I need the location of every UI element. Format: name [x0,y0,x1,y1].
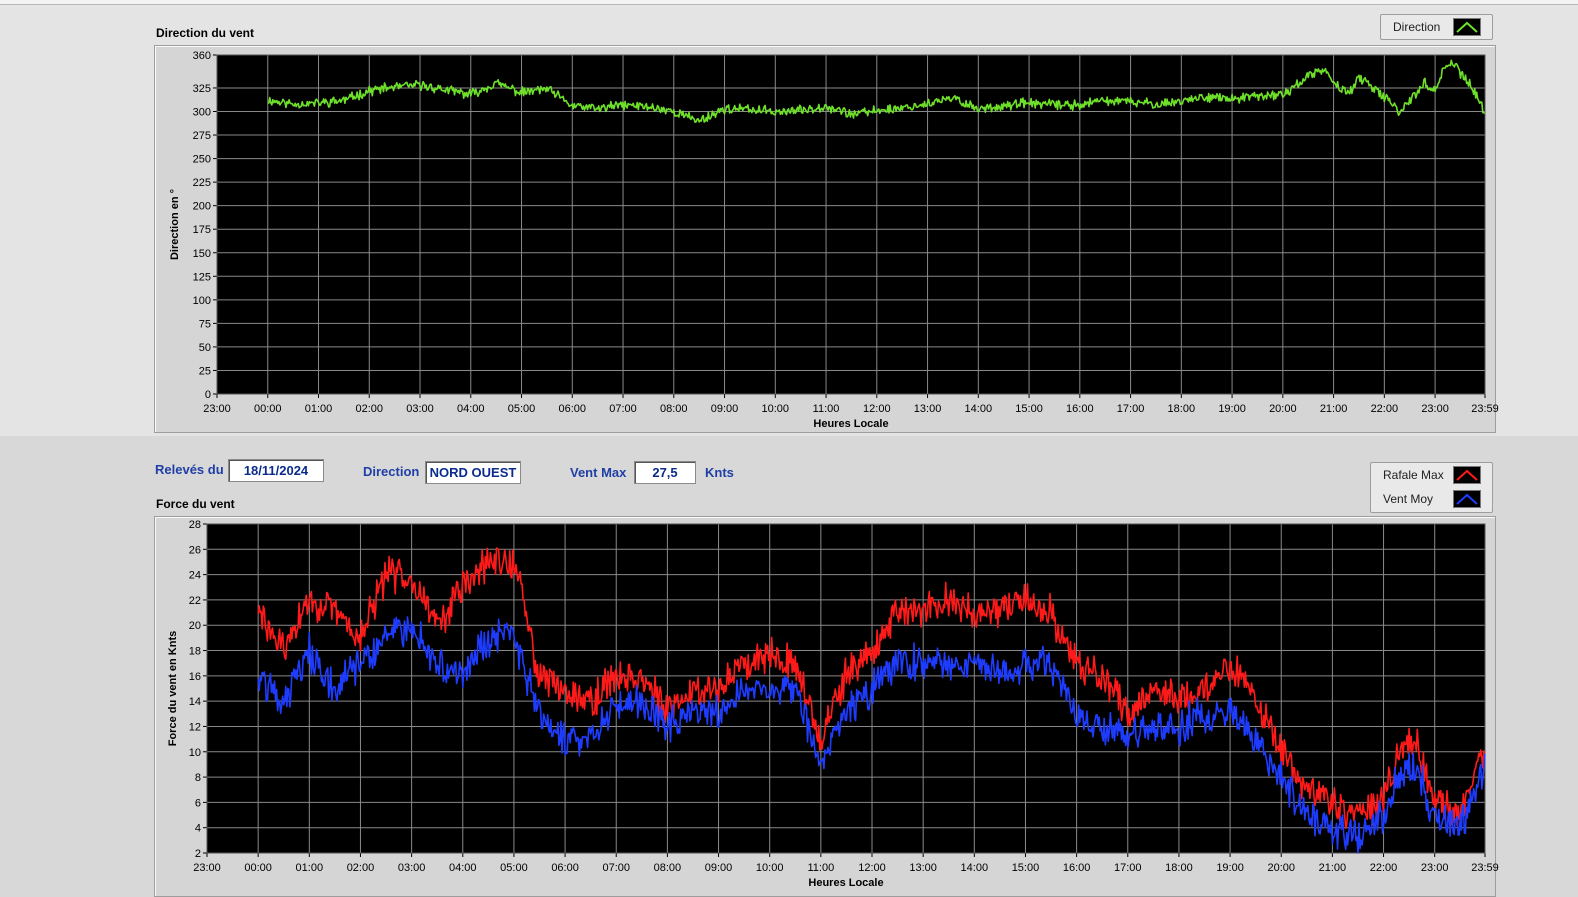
releves-date-field[interactable]: 18/11/2024 [228,459,324,482]
force-chart-panel [154,516,1496,897]
window-top-edge [0,0,1578,5]
direction-legend[interactable]: Direction [1380,14,1493,40]
legend-label-rafale-max: Rafale Max [1383,468,1444,482]
vent-max-value-field[interactable]: 27,5 [634,461,696,484]
force-chart-title: Force du vent [156,497,235,511]
legend-label-vent-moy: Vent Moy [1383,492,1434,506]
green-line-swatch-icon [1453,18,1481,36]
legend-item-vent-moy[interactable]: Vent Moy [1371,487,1492,511]
legend-label-direction: Direction [1393,20,1441,34]
direction-chart-title: Direction du vent [156,26,255,40]
force-legend[interactable]: Rafale Max Vent Moy [1370,462,1493,513]
red-line-swatch-icon [1453,466,1481,484]
direction-value-field[interactable]: NORD OUEST [425,461,521,484]
direction-chart-panel [154,45,1496,433]
releves-label: Relevés du [155,462,224,477]
direction-label: Direction [363,464,420,479]
legend-item-direction[interactable]: Direction [1381,15,1492,39]
blue-line-swatch-icon [1453,490,1481,508]
vent-max-unit: Knts [705,465,734,480]
legend-item-rafale-max[interactable]: Rafale Max [1371,463,1492,487]
vent-max-label: Vent Max [570,465,627,480]
